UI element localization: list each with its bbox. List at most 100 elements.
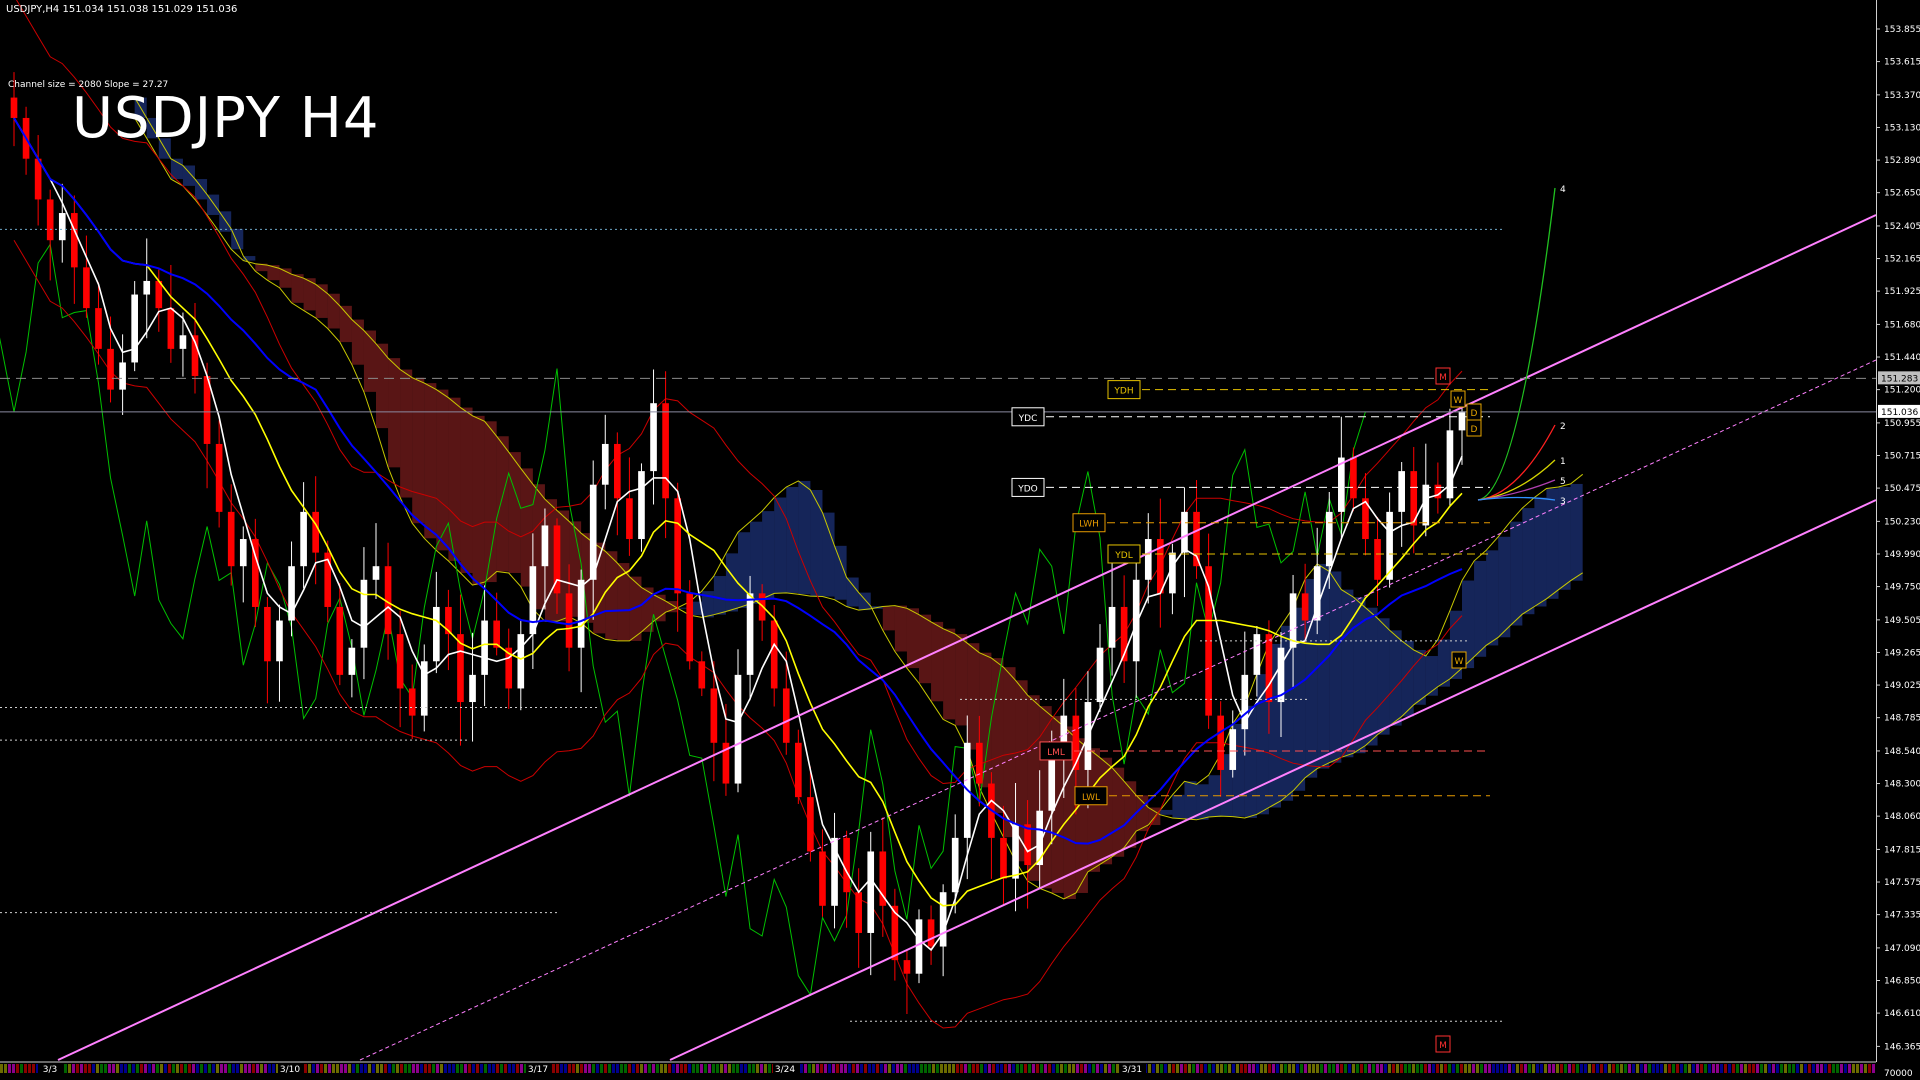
session-strip — [840, 1064, 843, 1073]
session-strip — [492, 1064, 495, 1073]
session-strip — [1336, 1064, 1339, 1073]
session-strip — [368, 1064, 371, 1073]
candle-body — [1181, 511, 1188, 553]
session-strip — [572, 1064, 575, 1073]
level-tag-label: YDL — [1114, 551, 1132, 561]
current-price-tag-label: 151.036 — [1881, 408, 1918, 418]
session-strip — [1340, 1064, 1343, 1073]
cloud-segment — [1341, 589, 1354, 758]
session-strip — [616, 1064, 619, 1073]
session-strip — [1360, 1064, 1363, 1073]
session-strip — [508, 1064, 511, 1073]
session-strip — [1172, 1064, 1175, 1073]
session-strip — [1744, 1064, 1747, 1073]
session-strip — [204, 1064, 207, 1073]
y-tick-label: 146.365 — [1884, 1042, 1920, 1052]
session-strip — [1664, 1064, 1667, 1073]
session-strip — [1364, 1064, 1367, 1073]
session-strip — [1532, 1064, 1535, 1073]
cloud-segment — [605, 551, 618, 640]
session-strip — [1808, 1064, 1811, 1073]
session-strip — [1556, 1064, 1559, 1073]
candle-body — [119, 362, 126, 390]
y-tick-label: 153.370 — [1884, 91, 1920, 101]
session-strip — [624, 1064, 627, 1073]
session-strip — [452, 1064, 455, 1073]
session-strip — [128, 1064, 131, 1073]
session-strip — [1656, 1064, 1659, 1073]
pivot-tag-label: D — [1471, 425, 1478, 435]
session-strip — [340, 1064, 343, 1073]
session-strip — [176, 1064, 179, 1073]
candle-body — [408, 688, 416, 716]
session-strip — [320, 1064, 323, 1073]
candle-body — [517, 634, 525, 689]
session-strip — [1572, 1064, 1575, 1073]
session-strip — [736, 1064, 739, 1073]
level-tag-label: LWH — [1079, 520, 1099, 530]
pivot-tag-label: M — [1439, 1041, 1447, 1051]
session-strip — [220, 1064, 223, 1073]
session-strip — [1232, 1064, 1235, 1073]
session-strip — [1164, 1064, 1167, 1073]
session-strip — [0, 1064, 3, 1073]
session-strip — [1084, 1064, 1087, 1073]
session-strip — [188, 1064, 191, 1073]
session-strip — [976, 1064, 979, 1073]
session-strip — [520, 1064, 523, 1073]
session-strip — [812, 1064, 815, 1073]
session-strip — [1104, 1064, 1107, 1073]
session-strip — [104, 1064, 107, 1073]
session-strip — [752, 1064, 755, 1073]
pivot-tag-label: M — [1439, 373, 1447, 383]
projection-label: 1 — [1560, 457, 1566, 467]
session-strip — [968, 1064, 971, 1073]
session-strip — [396, 1064, 399, 1073]
session-strip — [1280, 1064, 1283, 1073]
level-tag-label: LWL — [1082, 793, 1100, 803]
session-strip — [1088, 1064, 1091, 1073]
price-chart[interactable]: YDHYDCYDOLWHYDLLWLLMLWDDMMW42153153.8551… — [0, 0, 1920, 1080]
session-strip — [440, 1064, 443, 1073]
session-strip — [584, 1064, 587, 1073]
session-strip — [272, 1064, 275, 1073]
candle-body — [1253, 634, 1261, 675]
session-strip — [1720, 1064, 1723, 1073]
session-strip — [192, 1064, 195, 1073]
session-strip — [1764, 1064, 1767, 1073]
time-axis: 3/3 3/10 3/17 3/24 3/31 70000 — [0, 1061, 1920, 1080]
session-strip — [1372, 1064, 1375, 1073]
session-strip — [1528, 1064, 1531, 1073]
session-strip — [1460, 1064, 1463, 1073]
candle-body — [276, 620, 283, 662]
candle-body — [614, 443, 621, 499]
session-strip — [1860, 1064, 1863, 1073]
session-strip — [1468, 1064, 1471, 1073]
y-tick-label: 152.405 — [1884, 222, 1920, 232]
session-strip — [372, 1064, 375, 1073]
session-strip — [224, 1064, 227, 1073]
session-strip — [308, 1064, 311, 1073]
cloud-segment — [267, 265, 280, 281]
session-strip — [656, 1064, 659, 1073]
session-strip — [564, 1064, 567, 1073]
session-strip — [1188, 1064, 1191, 1073]
session-strip — [856, 1064, 859, 1073]
candle-body — [360, 579, 368, 648]
session-strip — [1008, 1064, 1011, 1073]
session-strip — [820, 1064, 823, 1073]
candle-body — [107, 348, 114, 390]
session-strip — [884, 1064, 887, 1073]
session-strip — [588, 1064, 591, 1073]
session-strip — [560, 1064, 563, 1073]
y-tick-label: 150.230 — [1884, 517, 1920, 527]
session-strip — [120, 1064, 123, 1073]
session-strip — [1780, 1064, 1783, 1073]
session-strip — [1156, 1064, 1159, 1073]
session-strip — [1176, 1064, 1179, 1073]
session-strip — [112, 1064, 115, 1073]
session-strip — [1352, 1064, 1355, 1073]
session-strip — [636, 1064, 639, 1073]
session-strip — [4, 1064, 7, 1073]
cloud-segment — [713, 576, 726, 615]
